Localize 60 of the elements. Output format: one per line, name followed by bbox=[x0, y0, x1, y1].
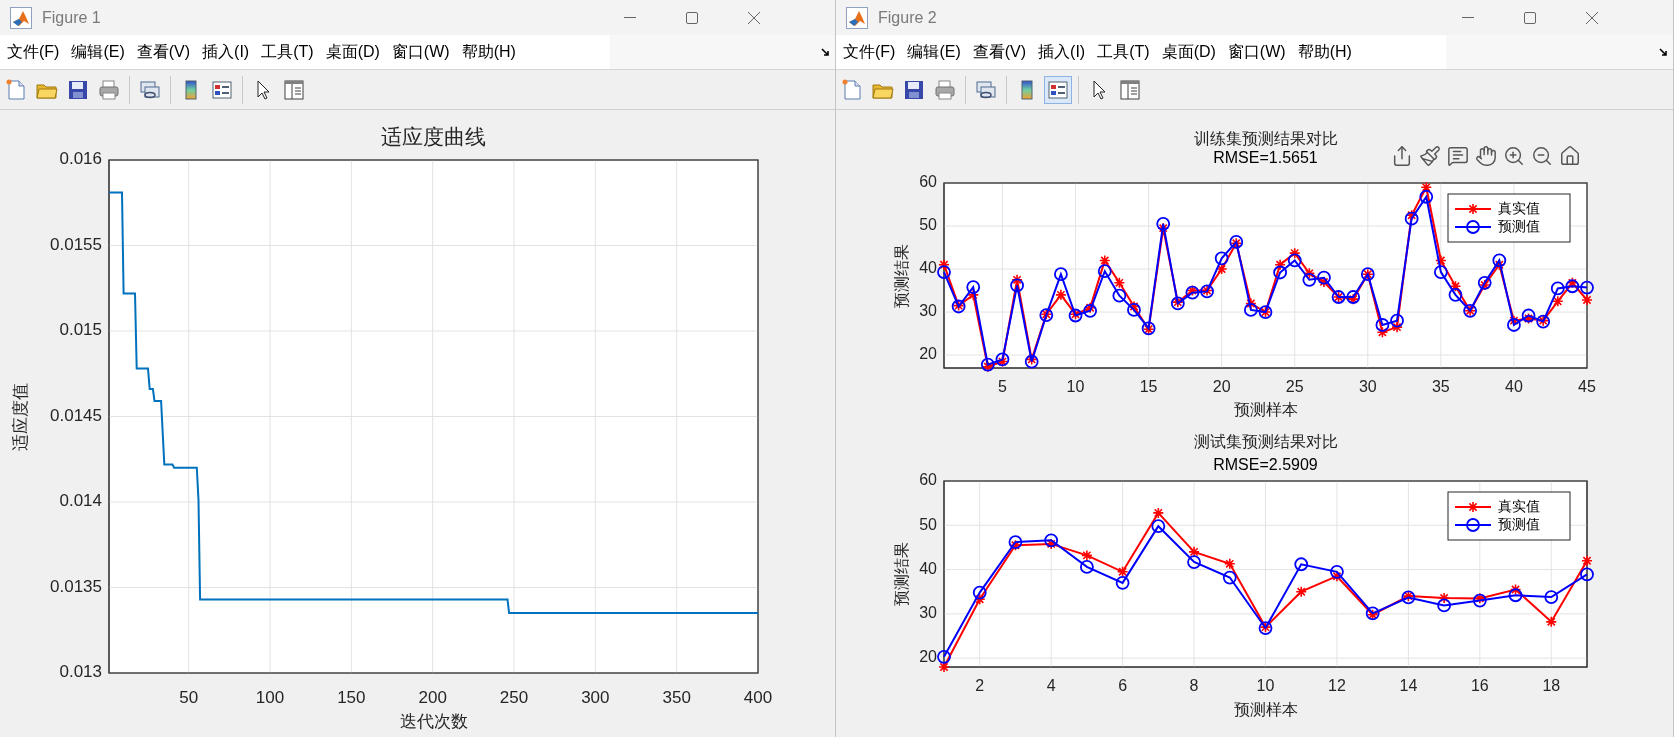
window-title: Figure 2 bbox=[878, 8, 938, 27]
tick-label: 20 bbox=[919, 345, 937, 363]
tick-label: 14 bbox=[1399, 677, 1418, 695]
tick-label: 10 bbox=[1066, 378, 1085, 396]
chart-title: 测试集预测结果对比 bbox=[1193, 433, 1338, 451]
tick-label: 40 bbox=[919, 259, 937, 277]
tick-label: 10 bbox=[1256, 677, 1275, 695]
tick-label: 30 bbox=[919, 302, 937, 320]
tick-label: 0.0135 bbox=[50, 577, 102, 596]
tick-label: 6 bbox=[1118, 677, 1128, 695]
tick-label: 0.013 bbox=[59, 662, 102, 682]
tick-label: 350 bbox=[662, 688, 691, 708]
tick-label: 45 bbox=[1578, 378, 1596, 396]
tick-label: 300 bbox=[581, 688, 610, 708]
chart-title: 训练集预测结果对比 bbox=[1193, 130, 1338, 148]
axis-label: 预测样本 bbox=[1233, 701, 1298, 719]
tick-label: 0.015 bbox=[59, 320, 102, 340]
tick-label: 400 bbox=[743, 688, 773, 708]
tick-label: 0.016 bbox=[59, 149, 102, 169]
window-title: Figure 1 bbox=[42, 8, 102, 27]
tick-label: 0.0155 bbox=[50, 235, 102, 254]
legend-label: 预测值 bbox=[1498, 515, 1540, 532]
tick-label: 50 bbox=[919, 515, 937, 533]
tick-label: 60 bbox=[919, 173, 937, 191]
tick-label: 40 bbox=[1505, 378, 1523, 396]
tick-label: 20 bbox=[919, 648, 937, 666]
tick-label: 18 bbox=[1542, 677, 1561, 695]
tick-label: 50 bbox=[179, 688, 199, 708]
axis-label: 预测结果 bbox=[893, 542, 911, 606]
tick-label: 60 bbox=[919, 471, 937, 489]
tick-label: 4 bbox=[1046, 677, 1056, 695]
tick-label: 30 bbox=[919, 604, 937, 622]
tick-label: 200 bbox=[418, 688, 447, 708]
tick-label: 16 bbox=[1470, 677, 1489, 695]
axis-label: 适应度值 bbox=[11, 382, 31, 451]
legend-label: 真实值 bbox=[1498, 199, 1540, 216]
tick-label: 50 bbox=[919, 216, 937, 234]
tick-label: 2 bbox=[975, 677, 985, 695]
tick-label: 100 bbox=[255, 688, 285, 708]
tick-label: 150 bbox=[337, 688, 366, 708]
axis-label: 预测样本 bbox=[1233, 401, 1298, 419]
tick-label: 35 bbox=[1431, 378, 1450, 396]
tick-label: 20 bbox=[1212, 378, 1231, 396]
axis-label: 迭代次数 bbox=[399, 712, 468, 732]
tick-label: 12 bbox=[1328, 677, 1346, 695]
chart-title: 适应度曲线 bbox=[381, 124, 486, 148]
legend-label: 真实值 bbox=[1498, 497, 1540, 514]
chart-subtitle: RMSE=2.5909 bbox=[1213, 456, 1318, 474]
legend-label: 预测值 bbox=[1498, 217, 1540, 234]
chart-subtitle: RMSE=1.5651 bbox=[1213, 149, 1318, 167]
tick-label: 30 bbox=[1358, 378, 1377, 396]
tick-label: 5 bbox=[998, 378, 1007, 396]
tick-label: 15 bbox=[1139, 378, 1158, 396]
tick-label: 25 bbox=[1285, 378, 1304, 396]
tick-label: 0.014 bbox=[59, 491, 102, 511]
tick-label: 40 bbox=[919, 559, 937, 577]
tick-label: 250 bbox=[499, 688, 529, 708]
tick-label: 0.0145 bbox=[50, 406, 102, 425]
axis-label: 预测结果 bbox=[893, 243, 911, 308]
tick-label: 8 bbox=[1189, 677, 1199, 695]
